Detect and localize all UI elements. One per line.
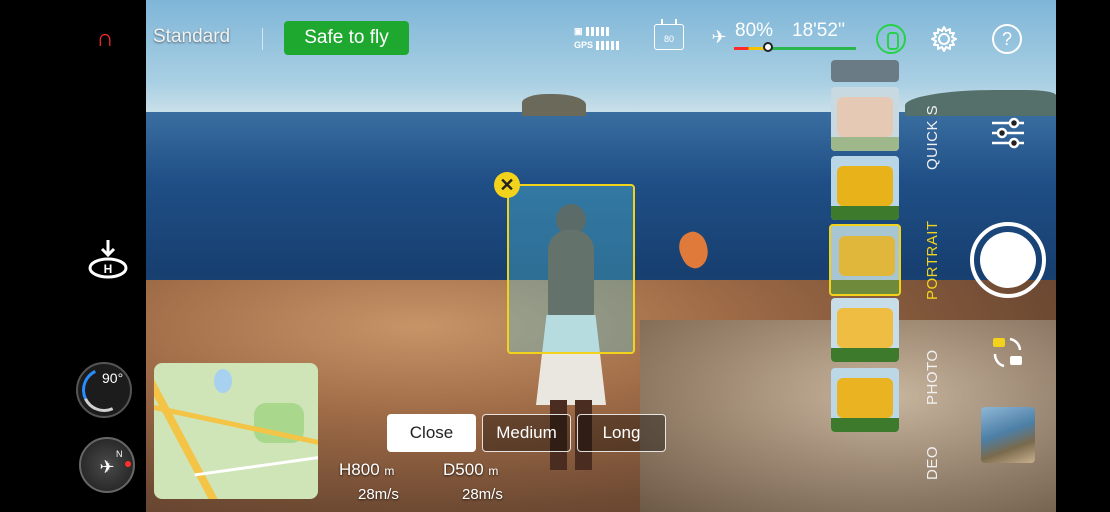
- tab-quick-shot[interactable]: QUICK S: [924, 105, 941, 170]
- tab-video[interactable]: DEO: [924, 446, 941, 480]
- horizontal-speed: 28m/s: [462, 486, 503, 503]
- tab-photo[interactable]: PHOTO: [924, 349, 941, 405]
- distance-option-close[interactable]: Close: [387, 414, 476, 452]
- close-icon[interactable]: ✕: [494, 172, 520, 198]
- divider: [262, 28, 263, 50]
- shutter-button[interactable]: [970, 222, 1046, 298]
- svg-text:H: H: [104, 262, 113, 276]
- style-thumbnail[interactable]: [831, 156, 899, 220]
- battery-percent: 80%: [735, 20, 774, 41]
- gimbal-angle-value: 90°: [102, 370, 124, 386]
- mini-map[interactable]: [154, 363, 318, 499]
- drone-battery-icon: ✈: [711, 27, 727, 47]
- drone-heading-icon: ✈: [99, 457, 115, 477]
- style-thumbnail[interactable]: [831, 60, 899, 82]
- auto-landing-icon[interactable]: H: [86, 238, 130, 282]
- sliders-icon[interactable]: [990, 116, 1026, 150]
- tab-portrait[interactable]: PORTRAIT: [924, 220, 941, 300]
- distance-readout: D500 m: [443, 460, 499, 479]
- gps-label: GPS: [574, 40, 594, 50]
- vertical-speed: 28m/s: [358, 486, 399, 503]
- remote-signal-icon[interactable]: ▣ GPS: [574, 24, 632, 54]
- distance-option-medium[interactable]: Medium: [482, 414, 571, 452]
- tracking-distance-selector[interactable]: Close Medium Long: [387, 414, 666, 452]
- gimbal-angle-dial[interactable]: 90°: [75, 361, 133, 419]
- distant-island: [522, 94, 586, 116]
- gear-icon[interactable]: [929, 24, 959, 54]
- gallery-thumbnail[interactable]: [981, 407, 1035, 463]
- remote-controller-icon[interactable]: 80: [654, 19, 684, 50]
- style-thumbnail-selected[interactable]: [829, 224, 901, 296]
- compass-indicator[interactable]: N ✈: [79, 437, 135, 493]
- battery-level-bar: [734, 47, 856, 50]
- capture-mode-tabs[interactable]: QUICK S PORTRAIT PHOTO DEO: [916, 60, 962, 500]
- tracking-box[interactable]: [507, 184, 635, 354]
- home-direction-dot: [125, 461, 131, 467]
- right-panel: [1056, 0, 1110, 512]
- help-icon[interactable]: ?: [992, 24, 1022, 54]
- return-home-marker: [763, 42, 773, 52]
- safety-status-badge[interactable]: Safe to fly: [284, 21, 409, 55]
- flight-mode-label[interactable]: Standard: [153, 26, 230, 48]
- style-thumbnail[interactable]: [831, 368, 899, 432]
- distance-option-long[interactable]: Long: [577, 414, 666, 452]
- remaining-flight-time: 18'52'': [792, 20, 846, 41]
- gps-status-icon[interactable]: [876, 24, 906, 54]
- brand-logo-icon[interactable]: ∩: [92, 26, 118, 52]
- portrait-style-strip[interactable]: [829, 60, 901, 500]
- switch-camera-icon[interactable]: [990, 334, 1026, 370]
- height-readout: H800 m: [339, 460, 395, 479]
- style-thumbnail[interactable]: [831, 298, 899, 362]
- style-thumbnail[interactable]: [831, 87, 899, 151]
